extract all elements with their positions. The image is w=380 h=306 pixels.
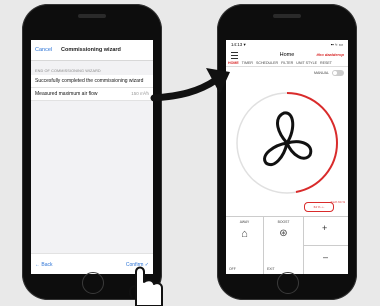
away-button[interactable]: AWAY ⌂ OFF xyxy=(226,217,264,274)
brand-logo: itho daalderop xyxy=(316,52,344,57)
wizard-content: END OF COMMISSIONING WIZARD Succesfully … xyxy=(31,61,153,274)
home-button[interactable] xyxy=(277,272,299,294)
page-title: Home xyxy=(279,52,295,58)
increase-button[interactable]: + xyxy=(304,217,348,246)
plus-icon: + xyxy=(322,223,328,233)
house-icon: ⌂ xyxy=(241,228,248,240)
completion-message-row: Succesfully completed the commissioning … xyxy=(31,75,153,88)
manual-toggle-row: MANUAL xyxy=(226,67,348,79)
transition-arrow-icon xyxy=(150,68,230,102)
tab-scheduler[interactable]: SCHEDULER xyxy=(256,61,278,65)
home-button[interactable] xyxy=(82,272,104,294)
speaker xyxy=(273,14,301,18)
manual-label: MANUAL xyxy=(314,71,329,75)
boost-label: BOOST xyxy=(277,220,290,224)
tapping-hand-icon xyxy=(128,266,163,306)
tab-reset[interactable]: RESET xyxy=(320,61,332,65)
airflow-label: Measured maximum air flow xyxy=(35,91,98,97)
boost-exit-label: EXIT xyxy=(267,267,275,271)
back-button[interactable]: ← Back xyxy=(35,262,53,268)
status-time: 14:13 ▾ xyxy=(231,42,246,47)
tab-timer[interactable]: TIMER xyxy=(242,61,253,65)
tab-unit-style[interactable]: UNIT STYLE xyxy=(296,61,317,65)
fan-icon xyxy=(263,111,313,166)
manual-toggle[interactable] xyxy=(332,70,344,76)
speed-indicator[interactable]: 64 % -•- xyxy=(304,202,334,212)
status-icons: ▪▪ ≈ ▭ xyxy=(330,42,343,47)
speed-label: Exch 64 % xyxy=(330,200,345,204)
tab-filter[interactable]: FILTER xyxy=(281,61,293,65)
minus-icon: – xyxy=(323,252,329,262)
wizard-screen: Cancel Commissioning wizard END OF COMMI… xyxy=(31,40,153,274)
speaker xyxy=(78,14,106,18)
control-grid: AWAY ⌂ OFF BOOST ⊛ EXIT + – xyxy=(226,216,348,274)
app-bar: Home itho daalderop xyxy=(226,50,348,60)
cancel-button[interactable]: Cancel xyxy=(35,47,61,53)
boost-button[interactable]: BOOST ⊛ EXIT xyxy=(264,217,304,274)
decrease-button[interactable]: – xyxy=(304,246,348,274)
airflow-row: Measured maximum air flow 150 m³/h xyxy=(31,88,153,101)
phone-right: 14:13 ▾ ▪▪ ≈ ▭ Home itho daalderop HOME … xyxy=(217,4,357,300)
fan-boost-icon: ⊛ xyxy=(279,228,288,239)
away-label: AWAY xyxy=(239,220,250,224)
fan-dial-graphic xyxy=(236,92,339,194)
home-screen: 14:13 ▾ ▪▪ ≈ ▭ Home itho daalderop HOME … xyxy=(226,40,348,274)
fan-dial xyxy=(226,79,348,207)
wizard-title: Commissioning wizard xyxy=(61,47,121,53)
wizard-navbar: Cancel Commissioning wizard xyxy=(31,40,153,61)
away-off-label: OFF xyxy=(229,267,236,271)
completion-message: Succesfully completed the commissioning … xyxy=(35,78,144,84)
status-bar: 14:13 ▾ ▪▪ ≈ ▭ xyxy=(226,40,348,50)
section-label: END OF COMMISSIONING WIZARD xyxy=(35,69,101,73)
airflow-value: 150 m³/h xyxy=(131,91,149,96)
tab-bar: HOME TIMER SCHEDULER FILTER UNIT STYLE R… xyxy=(226,60,348,67)
